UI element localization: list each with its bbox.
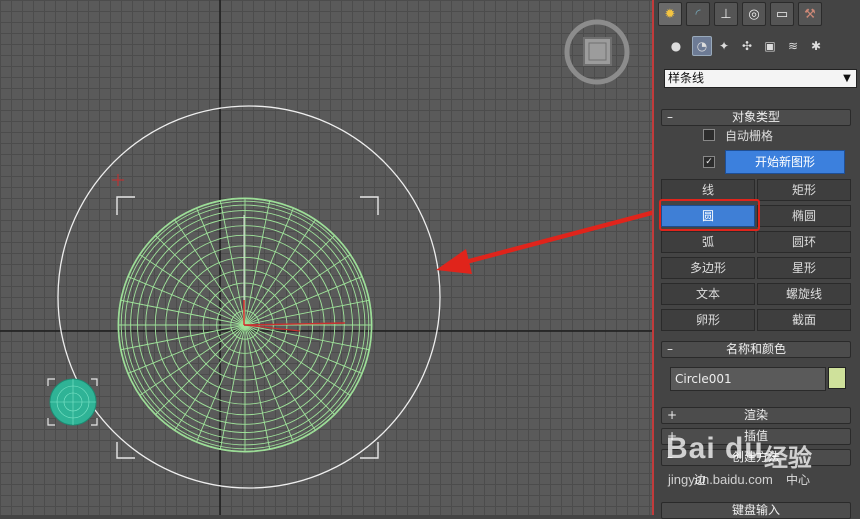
- egg-button[interactable]: 卵形: [661, 309, 755, 331]
- helix-button[interactable]: 螺旋线: [757, 283, 851, 305]
- systems-category[interactable]: ✱: [806, 36, 826, 56]
- text-button[interactable]: 文本: [661, 283, 755, 305]
- auto-grid-checkbox[interactable]: [703, 129, 715, 141]
- cameras-icon: ✣: [741, 39, 753, 53]
- rollout-title: 对象类型: [731, 110, 780, 124]
- object-color-swatch[interactable]: [828, 367, 846, 389]
- start-new-shape-checkbox[interactable]: ✓: [703, 156, 715, 168]
- hierarchy-tab[interactable]: ⊥: [714, 2, 738, 26]
- helpers-icon: ▣: [764, 39, 776, 53]
- object-name-field[interactable]: Circle001: [670, 367, 826, 391]
- donut-button[interactable]: 圆环: [757, 231, 851, 253]
- rollout-title: 名称和颜色: [725, 342, 786, 356]
- modify-tab[interactable]: ◜: [686, 2, 710, 26]
- section-button[interactable]: 截面: [757, 309, 851, 331]
- create-tab[interactable]: ✹: [658, 2, 682, 26]
- sphere-spoke: [154, 234, 246, 326]
- creation-method-rollout-header[interactable]: – 创建方法: [661, 449, 851, 466]
- shapes-icon: ◔: [696, 39, 708, 53]
- viewport-scene: [0, 0, 652, 515]
- sphere-spoke: [154, 324, 246, 416]
- pivot-marker: [112, 174, 124, 186]
- rollout-title: 创建方法: [731, 450, 780, 464]
- rollout-title: 渲染: [743, 408, 768, 422]
- object-type-rollout-header[interactable]: – 对象类型: [661, 109, 851, 126]
- motion-icon: ◎: [748, 6, 760, 22]
- sphere-spoke: [244, 234, 336, 326]
- lights-category[interactable]: ✦: [714, 36, 734, 56]
- lights-icon: ✦: [718, 39, 730, 53]
- collapse-sign: –: [667, 342, 673, 356]
- arc-button[interactable]: 弧: [661, 231, 755, 253]
- utilities-icon: ⚒: [804, 6, 816, 22]
- keyboard-entry-rollout-header[interactable]: 键盘输入: [661, 502, 851, 519]
- auto-grid-label: 自动栅格: [725, 129, 774, 143]
- cameras-category[interactable]: ✣: [737, 36, 757, 56]
- collapse-sign: –: [667, 450, 673, 464]
- star-button[interactable]: 星形: [757, 257, 851, 279]
- utilities-tab[interactable]: ⚒: [798, 2, 822, 26]
- dropdown-value: 样条线: [668, 71, 705, 85]
- helpers-category[interactable]: ▣: [760, 36, 780, 56]
- shapes-category[interactable]: ◔: [692, 36, 712, 56]
- expand-sign: +: [667, 429, 678, 443]
- perspective-viewport[interactable]: [0, 0, 652, 515]
- edge-radio[interactable]: 边: [694, 471, 706, 488]
- ellipse-button[interactable]: 椭圆: [757, 205, 851, 227]
- ngon-button[interactable]: 多边形: [661, 257, 755, 279]
- sphere-spoke: [244, 324, 336, 416]
- rendering-rollout-header[interactable]: + 渲染: [661, 407, 851, 424]
- spacewarps-icon: ≋: [787, 39, 799, 53]
- center-radio[interactable]: 中心: [786, 471, 810, 488]
- geometry-icon: ●: [670, 39, 682, 53]
- display-icon: ▭: [775, 6, 789, 22]
- name-color-rollout-header[interactable]: – 名称和颜色: [661, 341, 851, 358]
- rectangle-button[interactable]: 矩形: [757, 179, 851, 201]
- annotation-arrow: [436, 210, 652, 274]
- rollout-title: 插值: [743, 429, 768, 443]
- command-panel: ✹ ◜ ⊥ ◎ ▭ ⚒ ● ◔ ✦ ✣ ▣ ≋ ✱ 样条线 ▼ – 对象类型 自…: [654, 0, 860, 519]
- display-tab[interactable]: ▭: [770, 2, 794, 26]
- chevron-down-icon: ▼: [843, 73, 851, 84]
- hierarchy-icon: ⊥: [720, 6, 732, 22]
- systems-icon: ✱: [810, 39, 822, 53]
- geometry-category[interactable]: ●: [666, 36, 686, 56]
- object-category-dropdown[interactable]: 样条线 ▼: [664, 69, 857, 88]
- interpolation-rollout-header[interactable]: + 插值: [661, 428, 851, 445]
- circle-button-highlight: [659, 199, 760, 231]
- line-button[interactable]: 线: [661, 179, 755, 201]
- spacewarps-category[interactable]: ≋: [783, 36, 803, 56]
- start-new-shape-button[interactable]: 开始新图形: [725, 150, 845, 174]
- collapse-sign: –: [667, 110, 673, 124]
- expand-sign: +: [667, 408, 678, 422]
- modify-icon: ◜: [695, 6, 701, 22]
- motion-tab[interactable]: ◎: [742, 2, 766, 26]
- create-icon: ✹: [664, 6, 676, 22]
- small-sphere: [47, 378, 98, 426]
- viewcube-icon[interactable]: [564, 19, 630, 85]
